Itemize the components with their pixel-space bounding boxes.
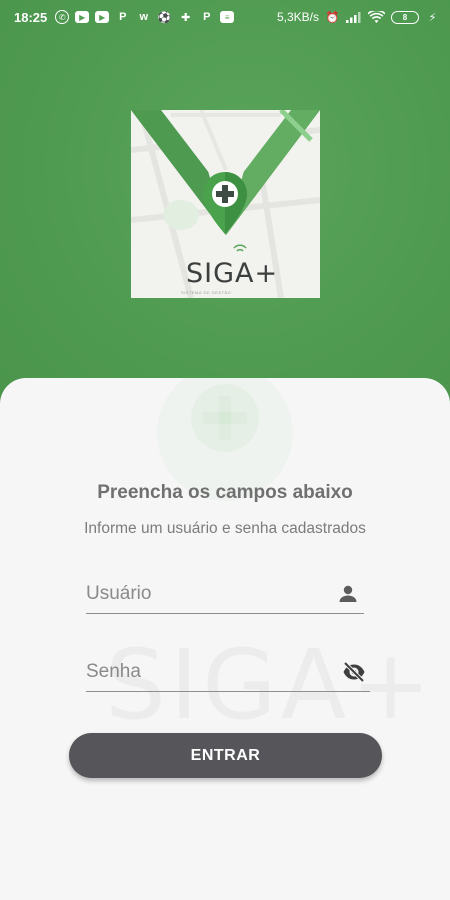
status-bar: 18:25 ✆ ▶ ▶ P w ⚽ ✚ P ≡ 5,3KB/s ⏰ 8 ⚡ [0, 0, 450, 34]
watermark-logo: SIGA+ [157, 378, 293, 501]
eye-off-icon[interactable] [342, 660, 366, 684]
whatsapp-icon: ✆ [55, 10, 70, 24]
logo-tagline: SISTEMA DE GESTÃO [181, 290, 232, 295]
battery-icon: 8 [391, 10, 419, 24]
wifi-icon [368, 10, 385, 23]
net-speed: 5,3KB/s [276, 10, 319, 24]
username-field[interactable] [86, 574, 364, 614]
enter-button[interactable]: ENTRAR [69, 733, 382, 778]
form-title: Preencha os campos abaixo [97, 482, 353, 503]
password-field[interactable] [86, 652, 370, 692]
charging-icon: ⚡ [428, 11, 437, 24]
signal-icon [346, 12, 361, 23]
username-input[interactable] [86, 574, 364, 613]
password-input[interactable] [86, 652, 370, 691]
person-icon [339, 585, 357, 602]
alarm-icon: ⏰ [325, 11, 340, 24]
logo-wordmark: SIGA+ [186, 258, 279, 289]
status-time: 18:25 [14, 9, 48, 25]
soccer-ball-icon: ⚽ [157, 11, 172, 24]
status-right: 5,3KB/s ⏰ 8 ⚡ [277, 10, 440, 25]
login-sheet: SIGA+ Preencha os campos abaixo Informe … [0, 378, 450, 900]
p-app-icon: P [119, 11, 127, 23]
youtube-icon: ▶ [75, 11, 90, 23]
youtube-icon: ▶ [95, 11, 110, 23]
news-icon: ≡ [220, 11, 235, 23]
status-left: 18:25 ✆ ▶ ▶ P w ⚽ ✚ P ≡ [14, 9, 235, 25]
game-controller-icon: ✚ [181, 11, 191, 24]
p-app-icon: P [203, 11, 211, 23]
w-app-icon: w [139, 11, 149, 23]
form-subtitle: Informe um usuário e senha cadastrados [84, 520, 366, 537]
